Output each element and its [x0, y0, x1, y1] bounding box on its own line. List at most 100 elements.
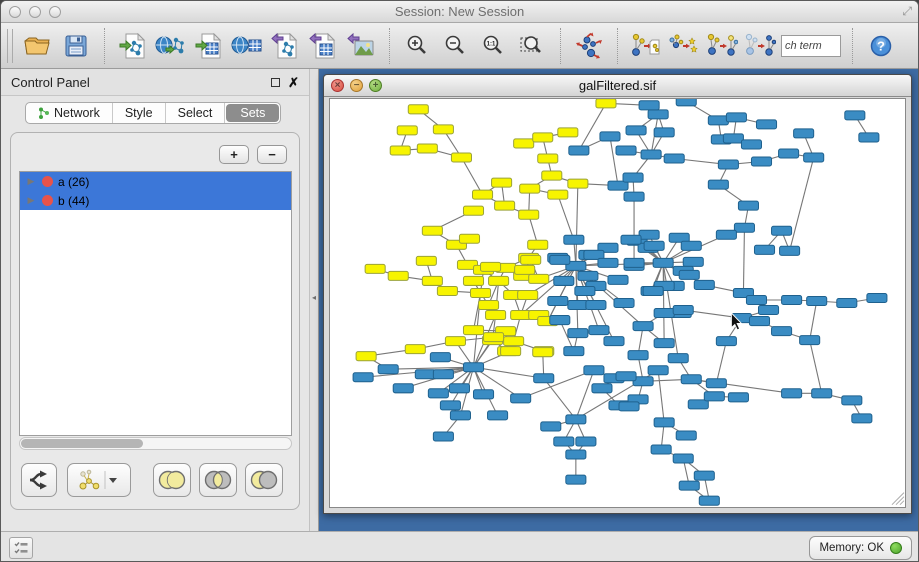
network-node-yellow	[486, 311, 506, 320]
tab-style-label: Style	[125, 106, 153, 120]
network-node-blue	[794, 129, 814, 138]
intersect-sets-button[interactable]	[199, 463, 237, 497]
sets-list[interactable]: ▶ a (26) ▶ b (44)	[19, 171, 292, 436]
create-set-from-network-button[interactable]	[67, 463, 131, 497]
network-node-blue	[433, 432, 453, 441]
list-item-set-b[interactable]: ▶ b (44)	[20, 191, 291, 210]
open-session-button[interactable]	[21, 28, 55, 64]
tab-sets[interactable]: Sets	[226, 104, 279, 122]
control-panel-header: Control Panel ✗	[1, 69, 309, 96]
import-table-web-button[interactable]	[230, 28, 264, 64]
network-node-yellow	[405, 345, 425, 354]
network-node-blue	[550, 255, 570, 264]
network-node-blue	[749, 317, 769, 326]
union-sets-button[interactable]	[153, 463, 191, 497]
save-session-button[interactable]	[59, 28, 93, 64]
network-node-yellow	[397, 126, 417, 135]
network-node-blue	[758, 306, 778, 315]
network-node-yellow	[511, 311, 531, 320]
scrollbar-thumb[interactable]	[21, 439, 143, 448]
svg-text:?: ?	[877, 38, 885, 53]
float-panel-icon[interactable]	[271, 78, 280, 87]
network-node-yellow	[489, 276, 509, 285]
zoom-in-button[interactable]	[401, 28, 435, 64]
network-node-blue	[673, 454, 693, 463]
expander-icon[interactable]: ▶	[20, 176, 42, 187]
memory-status-button[interactable]: Memory: OK	[809, 536, 912, 560]
network-node-blue	[782, 295, 802, 304]
network-node-blue	[706, 379, 726, 388]
network-frame[interactable]: × − + galFiltered.sif	[323, 74, 912, 514]
export-table-button[interactable]	[306, 28, 340, 64]
network-node-blue	[664, 154, 684, 163]
network-node-blue	[633, 322, 653, 331]
network-node-blue	[433, 370, 453, 379]
expander-icon[interactable]: ▶	[20, 195, 42, 206]
network-view[interactable]	[329, 98, 906, 508]
network-node-blue	[681, 375, 701, 384]
network-node-yellow	[463, 276, 483, 285]
remove-set-button[interactable]: −	[257, 145, 287, 164]
split-set-button[interactable]	[21, 463, 57, 497]
import-table-file-button[interactable]	[192, 28, 226, 64]
network-node-yellow	[538, 154, 558, 163]
tab-network-label: Network	[54, 106, 100, 120]
panel-splitter[interactable]: ◂	[309, 69, 319, 531]
network-node-blue	[673, 306, 693, 315]
network-node-yellow	[520, 184, 540, 193]
add-set-button[interactable]: +	[219, 145, 249, 164]
apply-layout-button[interactable]	[572, 28, 606, 64]
export-image-icon	[347, 33, 375, 59]
splitter-collapse-icon[interactable]: ◂	[312, 293, 316, 302]
network-node-blue	[592, 384, 612, 393]
toolbar-grip[interactable]	[7, 29, 13, 63]
memory-status-label: Memory: OK	[819, 542, 884, 554]
network-node-blue	[378, 365, 398, 374]
set-merge-button[interactable]	[705, 28, 739, 64]
set-highlight-button[interactable]	[667, 28, 701, 64]
network-node-blue	[679, 481, 699, 490]
network-node-blue	[654, 128, 674, 137]
network-node-blue	[576, 437, 596, 446]
task-history-button[interactable]	[9, 537, 33, 559]
help-button[interactable]: ?	[864, 28, 898, 64]
network-node-yellow	[596, 99, 616, 108]
set-extract-button[interactable]	[743, 28, 777, 64]
search-input[interactable]: ch term	[781, 35, 841, 57]
network-node-blue	[548, 296, 568, 305]
sets-horizontal-scrollbar[interactable]	[19, 437, 292, 450]
tab-network[interactable]: Network	[26, 103, 113, 123]
set-export-button[interactable]	[629, 28, 663, 64]
import-network-file-button[interactable]	[116, 28, 150, 64]
tab-select[interactable]: Select	[166, 103, 226, 123]
network-frame-titlebar[interactable]: × − + galFiltered.sif	[324, 75, 911, 97]
network-node-yellow	[568, 179, 588, 188]
import-network-web-icon	[155, 33, 187, 59]
subtract-sets-button[interactable]	[245, 463, 283, 497]
zoom-actual-size-button[interactable]: 1:1	[477, 28, 511, 64]
set-color-icon	[42, 195, 53, 206]
zoom-selected-button[interactable]	[515, 28, 549, 64]
network-node-blue	[619, 402, 639, 411]
network-frame-title: galFiltered.sif	[324, 78, 911, 93]
list-item-set-a[interactable]: ▶ a (26)	[20, 172, 291, 191]
set-operations-toolbar	[21, 463, 291, 497]
network-canvas-svg	[330, 99, 905, 507]
network-node-blue	[704, 392, 724, 401]
export-network-button[interactable]	[268, 28, 302, 64]
zoom-out-button[interactable]	[439, 28, 473, 64]
import-network-web-button[interactable]	[154, 28, 188, 64]
export-image-button[interactable]	[344, 28, 378, 64]
fullscreen-icon[interactable]: ⤢	[902, 4, 912, 19]
network-node-blue	[756, 120, 776, 129]
network-node-blue	[676, 99, 696, 106]
network-node-blue	[726, 113, 746, 122]
network-node-blue	[616, 146, 636, 155]
tab-style[interactable]: Style	[113, 103, 166, 123]
main-toolbar: 1:1	[1, 23, 918, 69]
network-node-yellow	[472, 190, 492, 199]
network-node-blue	[837, 298, 857, 307]
close-panel-icon[interactable]: ✗	[288, 76, 299, 89]
network-node-blue	[651, 445, 671, 454]
main-window: Session: New Session ⤢	[0, 0, 919, 562]
